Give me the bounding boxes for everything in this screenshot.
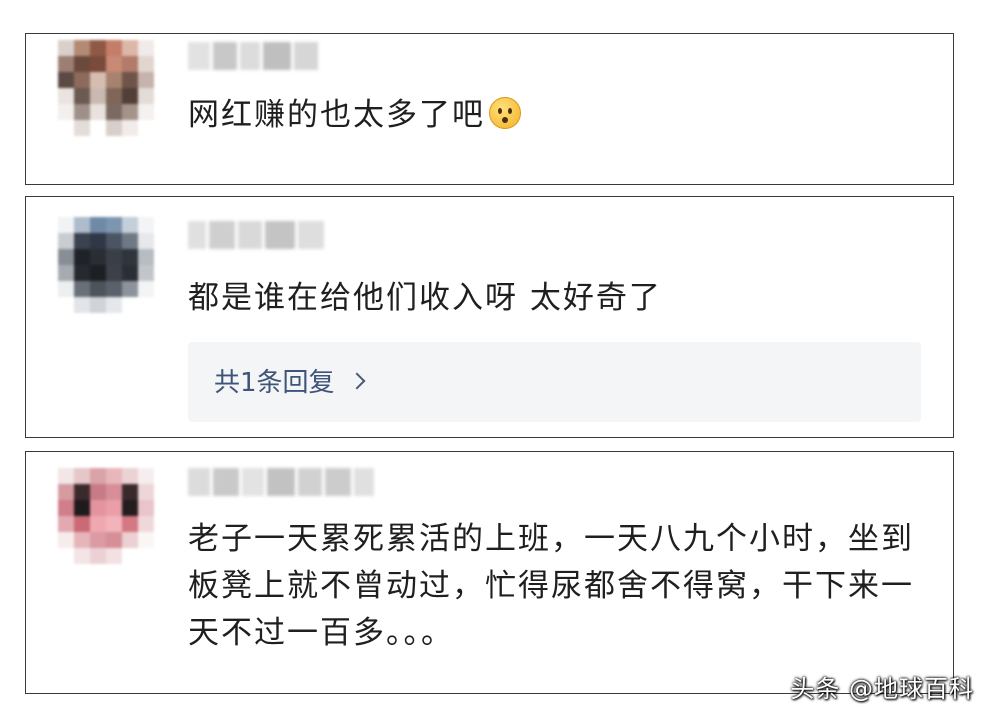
reply-count-label: 共1条回复 (214, 368, 335, 398)
comment-card: 老子一天累死累活的上班，一天八九个小时，坐到板凳上就不曾动过，忙得尿都舍不得窝，… (25, 451, 954, 694)
comment-text: 网红赚的也太多了吧 (188, 92, 521, 139)
surprised-emoji-icon (489, 97, 521, 129)
chevron-right-icon (348, 372, 366, 389)
username[interactable] (188, 42, 318, 70)
avatar[interactable] (58, 217, 154, 313)
view-replies-link[interactable]: 共1条回复 (214, 362, 366, 399)
avatar[interactable] (58, 468, 154, 564)
comment-text-content: 网红赚的也太多了吧 (188, 97, 485, 133)
watermark: 头条 @地球百科 (790, 675, 974, 703)
comment-text: 老子一天累死累活的上班，一天八九个小时，坐到板凳上就不曾动过，忙得尿都舍不得窝，… (188, 521, 914, 651)
comment-card: 都是谁在给他们收入呀 太好奇了 共1条回复 (25, 196, 954, 438)
avatar[interactable] (58, 40, 154, 136)
comment-text: 都是谁在给他们收入呀 太好奇了 (188, 280, 662, 316)
username[interactable] (188, 221, 324, 249)
comment-card: 网红赚的也太多了吧 (25, 33, 954, 185)
reply-box[interactable]: 共1条回复 (188, 342, 921, 422)
username[interactable] (188, 468, 374, 496)
comment-screenshot: 网红赚的也太多了吧 都是谁在给他们收入呀 太好奇了 共1条回复 老子一天累死累活… (0, 0, 994, 728)
